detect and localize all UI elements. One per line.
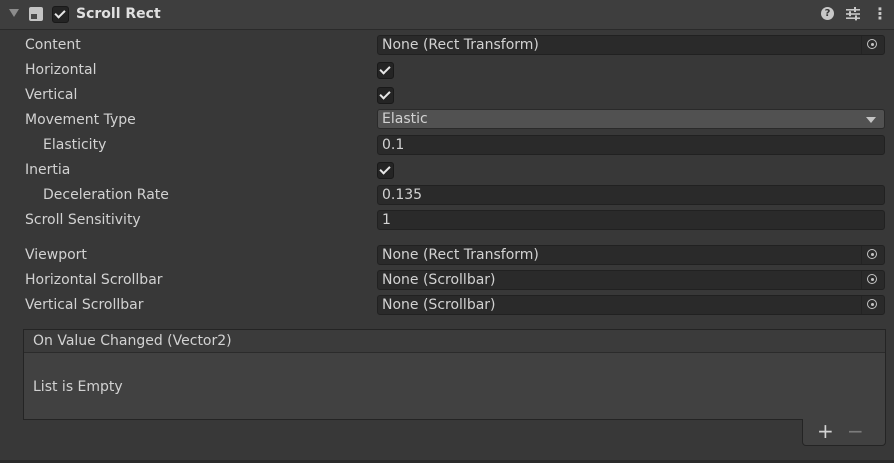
object-picker-icon[interactable] xyxy=(861,246,884,264)
object-picker-icon[interactable] xyxy=(861,271,884,289)
horizontal-scrollbar-value: None (Scrollbar) xyxy=(382,272,496,288)
scroll-sensitivity-input[interactable]: 1 xyxy=(377,210,885,230)
horizontal-scrollbar-label: Horizontal Scrollbar xyxy=(25,272,163,288)
viewport-field[interactable]: None (Rect Transform) xyxy=(377,245,885,265)
viewport-value: None (Rect Transform) xyxy=(382,247,539,263)
elasticity-input[interactable]: 0.1 xyxy=(377,135,885,155)
viewport-label: Viewport xyxy=(25,247,87,263)
event-empty-text: List is Empty xyxy=(33,379,123,395)
scroll-rect-component-icon xyxy=(29,7,43,21)
vertical-label: Vertical xyxy=(25,87,78,103)
checkmark-icon xyxy=(379,88,391,100)
inertia-label: Inertia xyxy=(25,162,71,178)
vertical-scrollbar-field[interactable]: None (Scrollbar) xyxy=(377,295,885,315)
horizontal-checkbox[interactable] xyxy=(377,62,394,79)
horizontal-scrollbar-field[interactable]: None (Scrollbar) xyxy=(377,270,885,290)
scroll-sensitivity-label: Scroll Sensitivity xyxy=(25,212,141,228)
movement-type-dropdown[interactable]: Elastic xyxy=(377,109,885,129)
movement-type-label: Movement Type xyxy=(25,112,136,128)
object-picker-icon[interactable] xyxy=(861,296,884,314)
help-icon[interactable]: ? xyxy=(821,7,834,20)
deceleration-rate-input[interactable]: 0.135 xyxy=(377,185,885,205)
inertia-checkbox[interactable] xyxy=(377,162,394,179)
object-picker-icon[interactable] xyxy=(861,36,884,54)
foldout-triangle-icon[interactable] xyxy=(9,9,19,17)
content-field[interactable]: None (Rect Transform) xyxy=(377,35,885,55)
checkmark-icon xyxy=(379,163,391,175)
checkmark-icon xyxy=(379,63,391,75)
deceleration-rate-label: Deceleration Rate xyxy=(43,187,169,203)
presets-icon[interactable] xyxy=(845,6,861,22)
vertical-scrollbar-label: Vertical Scrollbar xyxy=(25,297,144,313)
remove-event-button[interactable]: − xyxy=(847,419,864,443)
event-header: On Value Changed (Vector2) xyxy=(24,330,885,353)
content-label: Content xyxy=(25,37,81,53)
content-value: None (Rect Transform) xyxy=(382,37,539,53)
event-footer: + − xyxy=(802,419,886,446)
component-header: Scroll Rect ? ⋮ xyxy=(0,0,894,30)
horizontal-label: Horizontal xyxy=(25,62,97,78)
kebab-menu-icon[interactable]: ⋮ xyxy=(872,5,888,23)
elasticity-label: Elasticity xyxy=(43,137,107,153)
add-event-button[interactable]: + xyxy=(817,419,834,443)
movement-type-value: Elastic xyxy=(382,111,428,127)
on-value-changed-event: On Value Changed (Vector2) List is Empty xyxy=(23,329,886,420)
vertical-checkbox[interactable] xyxy=(377,87,394,104)
dropdown-arrow-icon xyxy=(866,117,876,123)
component-enabled-checkbox[interactable] xyxy=(52,6,69,23)
checkmark-icon xyxy=(54,7,66,19)
component-title: Scroll Rect xyxy=(76,6,161,22)
vertical-scrollbar-value: None (Scrollbar) xyxy=(382,297,496,313)
